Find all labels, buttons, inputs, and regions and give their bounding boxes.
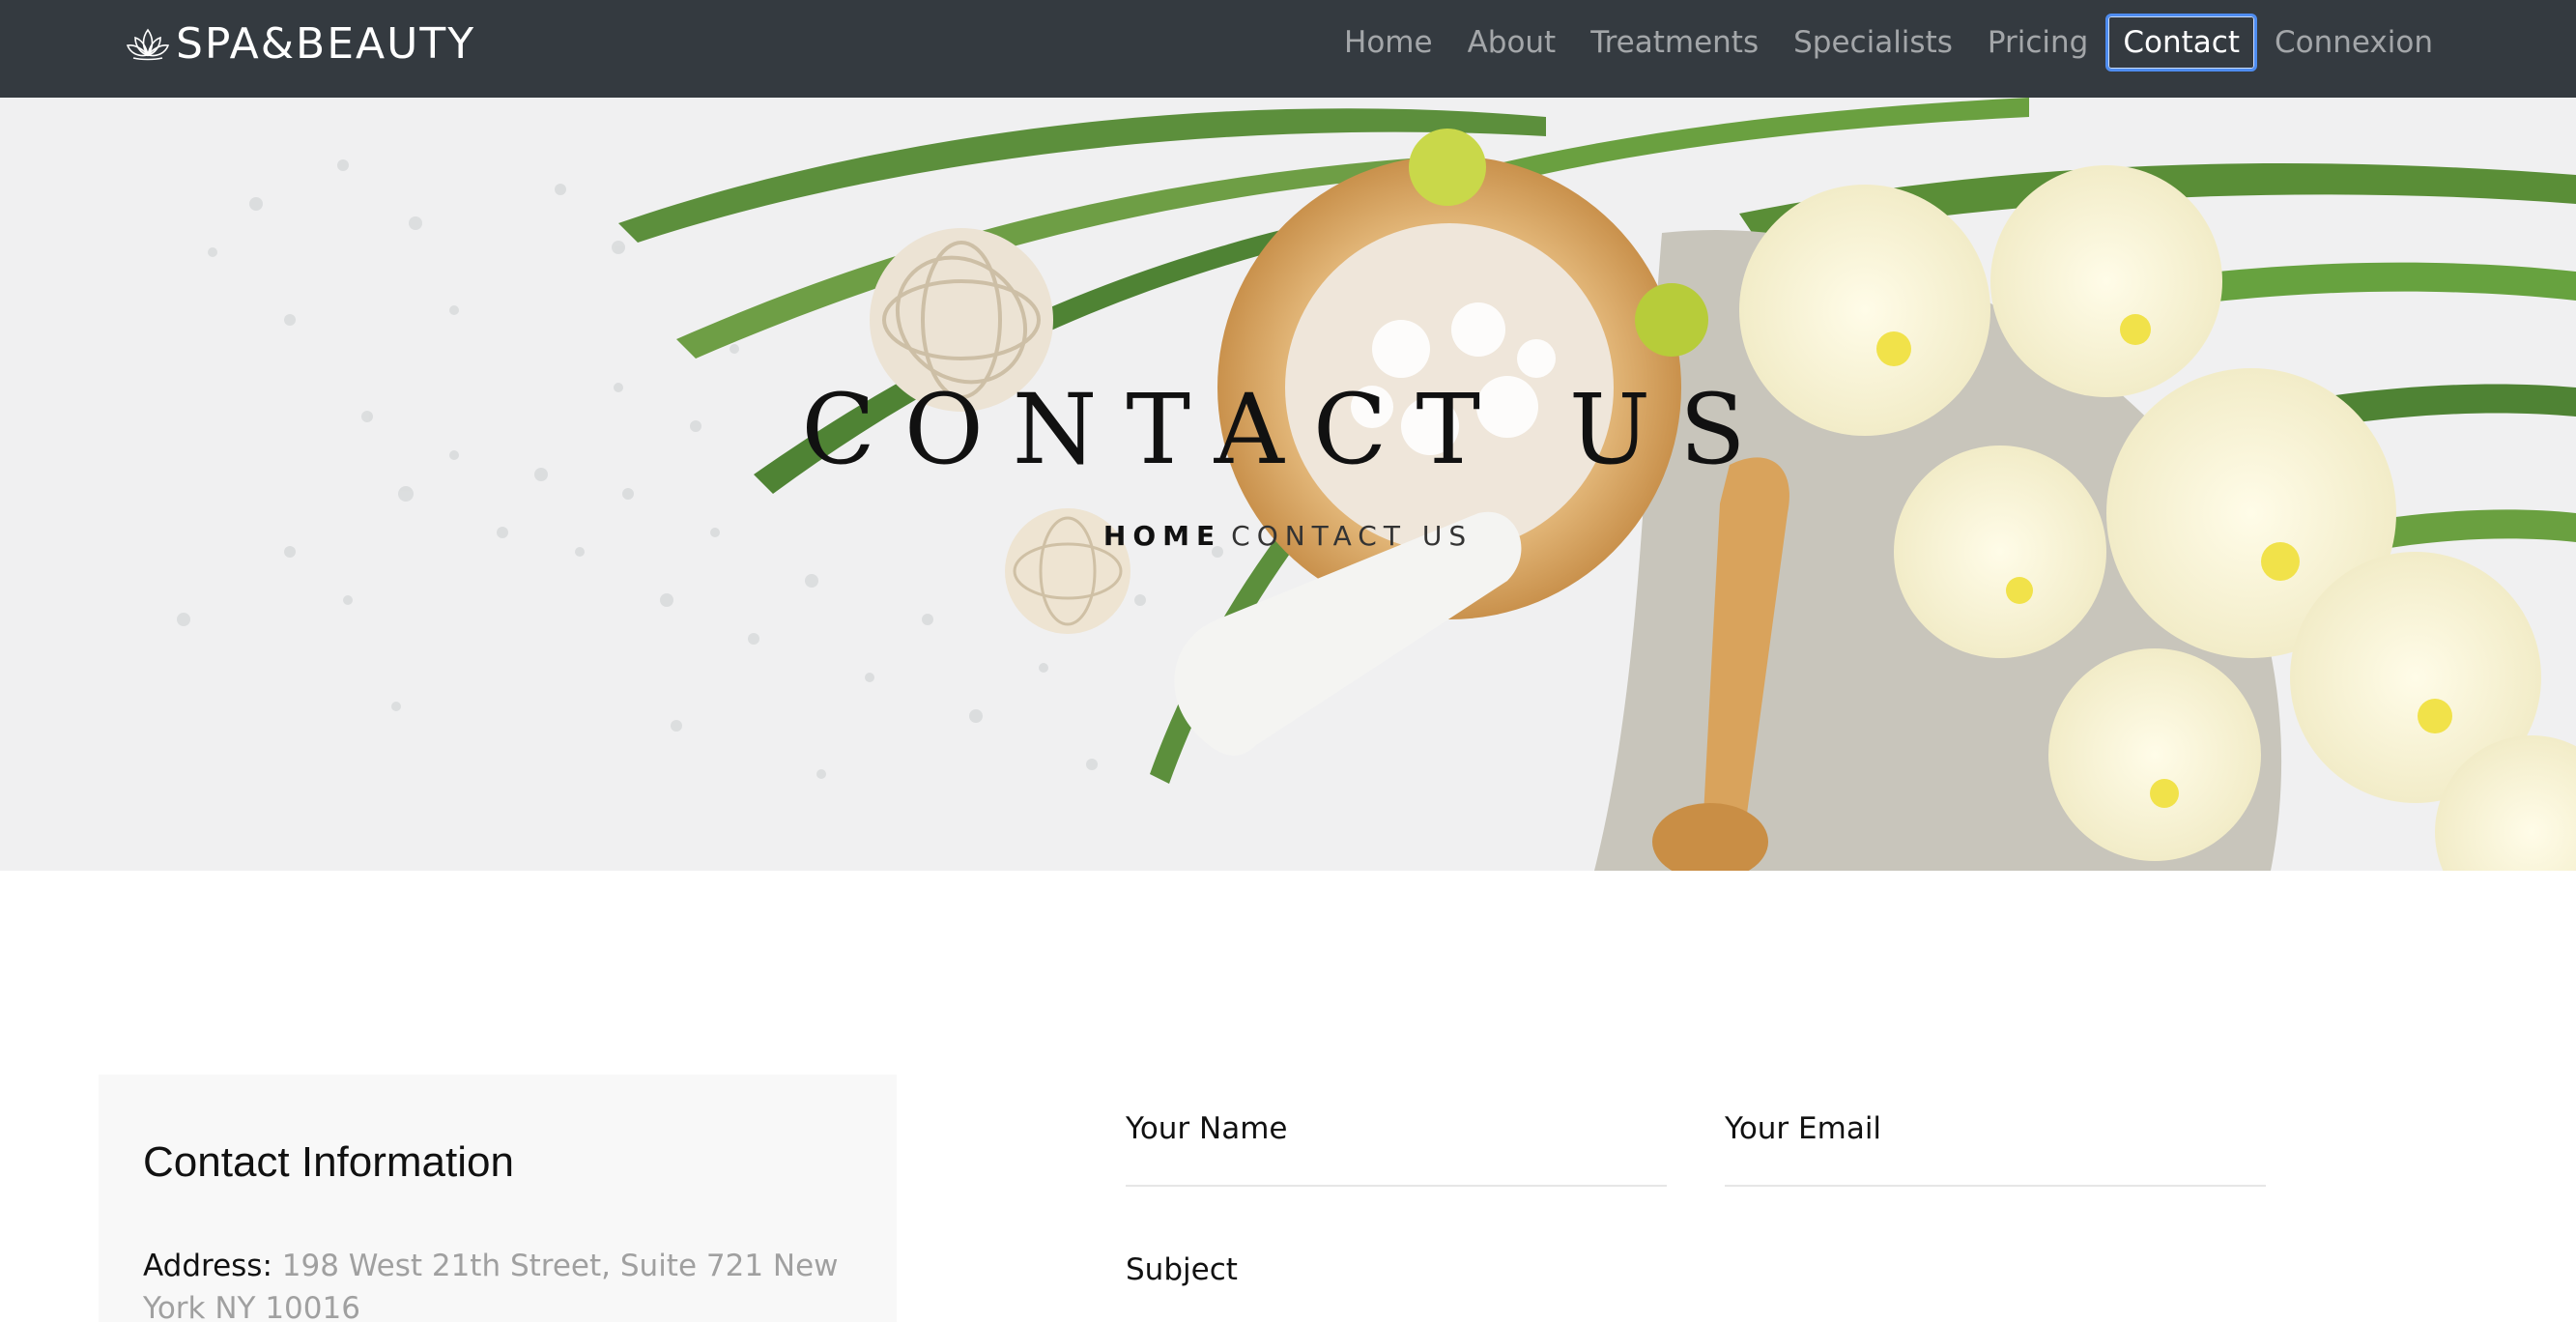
page-title: CONTACT US: [801, 373, 1775, 486]
breadcrumb-home-link[interactable]: HOME: [1103, 520, 1221, 552]
name-field-label: Your Name: [1126, 1111, 1288, 1146]
address-label: Address:: [143, 1249, 272, 1283]
nav-link-connexion[interactable]: Connexion: [2257, 16, 2450, 69]
top-navbar: SPA&BEAUTY Home About Treatments Special…: [0, 0, 2576, 98]
contact-info-title: Contact Information: [143, 1138, 514, 1186]
address-row: Address: 198 West 21th Street, Suite 721…: [143, 1245, 852, 1322]
breadcrumb-current: CONTACT US: [1231, 520, 1474, 552]
hero-banner: CONTACT US HOME CONTACT US: [0, 98, 2576, 871]
nav-link-contact[interactable]: Contact: [2105, 14, 2257, 72]
subject-field[interactable]: Subject: [1126, 1252, 2266, 1322]
email-field-label: Your Email: [1725, 1111, 1882, 1146]
brand-name: SPA&BEAUTY: [176, 18, 476, 69]
subject-field-label: Subject: [1126, 1252, 1238, 1287]
name-field[interactable]: Your Name: [1126, 1111, 1667, 1187]
nav-link-home[interactable]: Home: [1327, 16, 1450, 69]
breadcrumb: HOME CONTACT US: [0, 520, 2576, 552]
brand-logo[interactable]: SPA&BEAUTY: [126, 15, 475, 72]
nav-link-pricing[interactable]: Pricing: [1970, 16, 2106, 69]
lotus-icon: [126, 28, 170, 61]
main-nav: Home About Treatments Specialists Pricin…: [1327, 0, 2450, 85]
contact-info-card: Contact Information Address: 198 West 21…: [99, 1075, 897, 1322]
nav-link-about[interactable]: About: [1450, 16, 1574, 69]
email-field[interactable]: Your Email: [1725, 1111, 2266, 1187]
nav-link-treatments[interactable]: Treatments: [1573, 16, 1776, 69]
nav-link-specialists[interactable]: Specialists: [1776, 16, 1970, 69]
